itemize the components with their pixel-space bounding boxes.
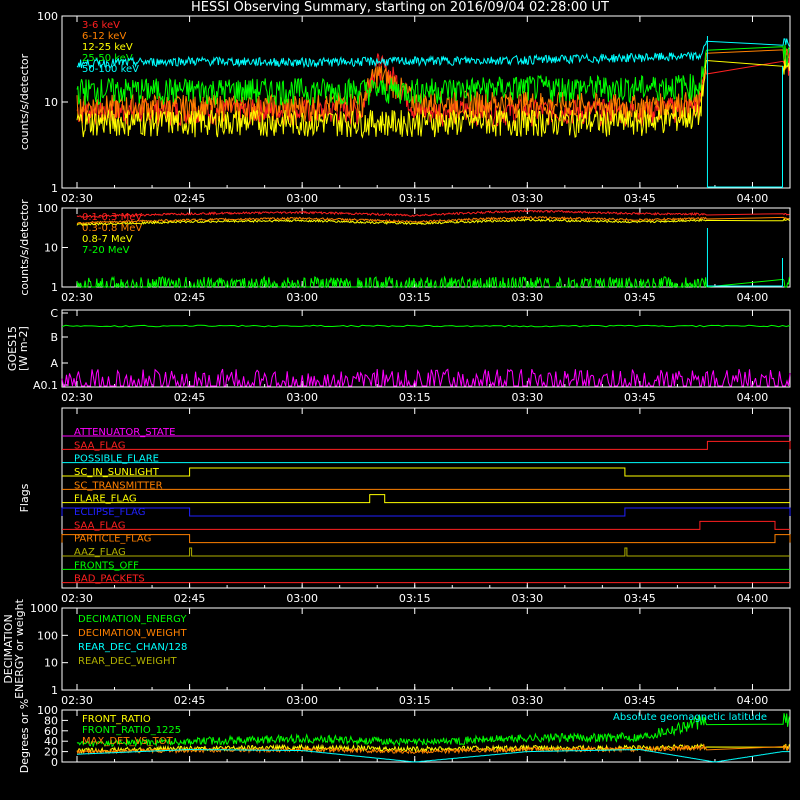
y-tick-label: A [50, 357, 58, 370]
flag-line-7 [62, 520, 790, 530]
x-tick-label: 04:00 [737, 592, 769, 605]
x-tick-label: 03:30 [511, 592, 543, 605]
x-tick-label: 04:00 [737, 192, 769, 205]
x-tick-label: 03:15 [399, 192, 431, 205]
goes-long-line [61, 324, 791, 328]
y-axis-label: Flags [18, 483, 31, 512]
y-tick-label: C [50, 307, 58, 320]
x-tick-label: 03:30 [511, 391, 543, 404]
legend-entry: 50-100 keV [82, 64, 139, 75]
series-line-3 [76, 44, 790, 106]
y-tick-label: 1 [51, 281, 58, 294]
legend-entry: DECIMATION_WEIGHT [78, 628, 187, 639]
y-tick-label: 10 [44, 242, 58, 255]
panel-6: 020406080100Degrees or % FRONT_RATIOFRONT… [18, 699, 791, 773]
y-tick-label: 100 [37, 704, 58, 717]
x-tick-label: 03:15 [399, 694, 431, 707]
x-tick-label: 02:45 [174, 592, 206, 605]
legend-entry: MAX_DET_VS_TOT [82, 736, 174, 747]
x-tick-label: 04:00 [737, 391, 769, 404]
y-axis-label: counts/s/detector [18, 53, 31, 150]
flag-line-9 [62, 547, 790, 557]
panel-4: 02:30 02:45 03:00 03:15 03:30 03:45 04:00 Flags… [18, 407, 791, 605]
annotation: Absolute geomagnetic latitude [613, 712, 767, 723]
y-tick-label: 1000 [30, 602, 58, 615]
y-tick-label: 100 [37, 10, 58, 23]
flag-line-8 [61, 534, 791, 544]
legend-entry: 0.8-7 MeV [82, 234, 133, 245]
x-tick-label: 03:15 [399, 592, 431, 605]
y-tick-label: 100 [37, 202, 58, 215]
y-tick-label: 1 [51, 182, 58, 195]
x-tick-label: 03:00 [286, 592, 318, 605]
x-tick-label: 03:00 [286, 291, 318, 304]
x-tick-label: 02:45 [174, 391, 206, 404]
legend-entry: DECIMATION_ENERGY [78, 614, 187, 625]
x-tick-label: 03:15 [399, 391, 431, 404]
flag-line-3 [62, 467, 790, 477]
x-tick-label: 03:45 [624, 694, 656, 707]
plot-canvas: 02:30 02:45 03:00 03:15 03:30 03:45 04:0011010… [2, 10, 791, 773]
panel-3: 02:30 02:45 03:00 03:15 03:30 03:45 04:00GOES1… [6, 307, 791, 404]
x-tick-label: 03:15 [399, 291, 431, 304]
series-line-3 [76, 275, 790, 288]
flag-line-1 [62, 440, 791, 450]
x-tick-label: 03:00 [286, 694, 318, 707]
y-tick-label: 10 [44, 96, 58, 109]
x-tick-label: 03:30 [511, 192, 543, 205]
series-line-0 [76, 208, 790, 219]
y-tick-label: 10 [44, 657, 58, 670]
x-tick-label: 02:30 [61, 694, 93, 707]
panel-5: 02:30 02:45 03:00 03:15 03:30 03:45 04:00 1 10 10… [2, 598, 791, 707]
x-tick-label: 03:00 [286, 391, 318, 404]
flag-label: ECLIPSE_FLAG [74, 507, 145, 518]
series-line-4 [76, 38, 790, 69]
x-tick-label: 02:45 [174, 694, 206, 707]
legend-entry: FRONT_RATIO_1225 [82, 725, 181, 736]
legend-entry: 3-6 keV [82, 20, 120, 31]
legend-entry: 7-20 MeV [82, 245, 130, 256]
y-axis-label-2: [W m-2] [17, 326, 30, 371]
y-axis-label-2: ENERGY or weight [13, 598, 26, 698]
x-tick-label: 03:45 [624, 592, 656, 605]
x-tick-label: 03:45 [624, 291, 656, 304]
x-tick-label: 02:30 [61, 291, 93, 304]
x-tick-label: 03:30 [511, 694, 543, 707]
y-tick-label: A0.1 [33, 379, 58, 392]
flag-label: PARTICLE_FLAG [74, 534, 151, 545]
x-tick-label: 03:45 [624, 391, 656, 404]
x-tick-label: 03:45 [624, 192, 656, 205]
x-tick-label: 04:00 [737, 291, 769, 304]
legend-entry: 12-25 keV [82, 42, 133, 53]
x-tick-label: 04:00 [737, 694, 769, 707]
legend-entry: FRONT_RATIO [82, 714, 151, 725]
flag-line-5 [62, 494, 790, 504]
y-tick-label: 1 [51, 684, 58, 697]
x-tick-label: 02:30 [61, 592, 93, 605]
flag-line-6 [61, 507, 791, 517]
x-tick-label: 03:00 [286, 192, 318, 205]
y-axis-label: counts/s/detector [18, 199, 31, 296]
legend-entry: REAR_DEC_WEIGHT [78, 656, 177, 667]
x-tick-label: 03:30 [511, 291, 543, 304]
y-tick-label: B [50, 331, 58, 344]
y-tick-label: 100 [37, 629, 58, 642]
y-axis-label: Degrees or % [18, 699, 31, 773]
x-tick-label: 02:45 [174, 291, 206, 304]
x-tick-label: 02:30 [61, 391, 93, 404]
goes-short-line [61, 368, 791, 388]
x-tick-label: 02:45 [174, 192, 206, 205]
x-tick-label: 02:30 [61, 192, 93, 205]
panel-1: 02:30 02:45 03:00 03:15 03:30 03:45 04:00 1 10 10… [18, 10, 791, 205]
legend-entry: 6-12 keV [82, 31, 126, 42]
legend-entry: REAR_DEC_CHAN/128 [78, 642, 187, 653]
panel-2: 02:30 02:45 03:00 03:15 03:30 03:45 04:00 1 10 10… [18, 199, 791, 304]
